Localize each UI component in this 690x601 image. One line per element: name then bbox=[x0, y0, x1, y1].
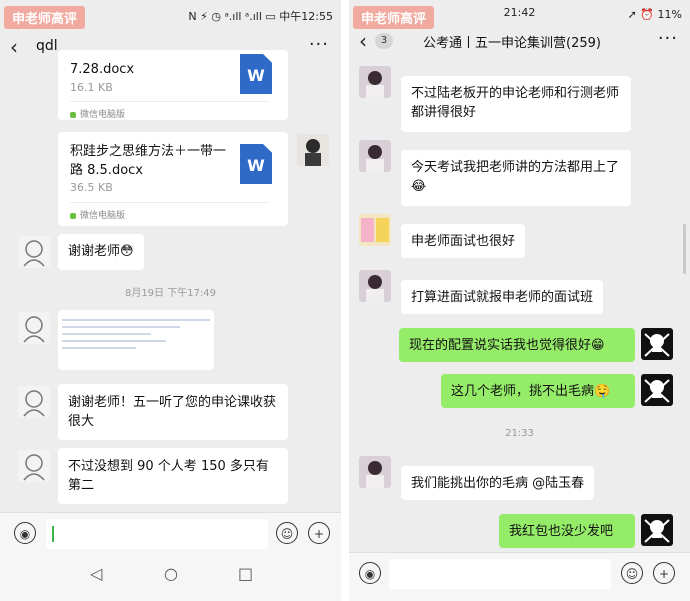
file-source: 微信电脑版 bbox=[70, 202, 270, 221]
avatar[interactable] bbox=[18, 450, 50, 482]
more-options-icon[interactable]: ··· bbox=[658, 28, 678, 49]
emoji-icon[interactable]: ☺ bbox=[621, 562, 643, 584]
message-bubble[interactable]: 打算进面试就报申老师的面试班 bbox=[401, 280, 604, 314]
avatar-self[interactable] bbox=[641, 514, 673, 546]
avatar[interactable] bbox=[359, 140, 391, 172]
avatar-self[interactable] bbox=[641, 374, 673, 406]
scrollbar[interactable] bbox=[683, 224, 686, 274]
file-message[interactable]: 7.28.docx 16.1 KB 微信电脑版 W bbox=[58, 50, 288, 120]
file-message[interactable]: 积跬步之思维方法＋一带一路 8.5.docx 36.5 KB 微信电脑版 W bbox=[58, 132, 288, 226]
timestamp: 8月19日 下午17:49 bbox=[124, 288, 217, 299]
nav-back-icon[interactable]: ◁ bbox=[90, 564, 102, 583]
status-indicators: ➚ ⏰ 11% bbox=[627, 8, 682, 21]
message-list[interactable]: 7.28.docx 16.1 KB 微信电脑版 W 积跬步之思维方法＋一带一路 … bbox=[0, 50, 341, 541]
avatar[interactable] bbox=[359, 214, 391, 246]
word-doc-icon: W bbox=[240, 54, 272, 94]
message-bubble[interactable]: 谢谢老师！五一听了您的申论课收获很大 bbox=[58, 384, 288, 440]
avatar[interactable] bbox=[359, 66, 391, 98]
avatar[interactable] bbox=[18, 386, 50, 418]
message-input[interactable] bbox=[389, 559, 611, 589]
avatar[interactable] bbox=[18, 236, 50, 268]
avatar[interactable] bbox=[18, 312, 50, 344]
avatar[interactable] bbox=[297, 134, 329, 166]
timestamp: 21:33 bbox=[505, 428, 534, 439]
more-options-icon[interactable]: ··· bbox=[309, 34, 329, 55]
nav-recent-icon[interactable]: □ bbox=[238, 564, 253, 583]
file-name: 7.28.docx bbox=[70, 62, 135, 77]
status-indicators: N ⚡ ◷ ᵃ.ıll ᵃ.ıll ▭ 中午12:55 bbox=[188, 10, 333, 23]
avatar[interactable] bbox=[359, 456, 391, 488]
left-chat-screen: N ⚡ ◷ ᵃ.ıll ᵃ.ıll ▭ 中午12:55 申老师高评 ‹ qdl … bbox=[0, 0, 341, 601]
back-arrow-icon[interactable]: ‹ bbox=[10, 35, 18, 59]
message-bubble[interactable]: 我们能挑出你的毛病 @陆玉春 bbox=[401, 466, 595, 500]
file-source: 微信电脑版 bbox=[70, 101, 270, 120]
message-list[interactable]: 不过陆老板开的申论老师和行测老师都讲得很好 今天考试我把老师讲的方法都用上了😂 … bbox=[349, 64, 690, 548]
message-bubble-self[interactable]: 现在的配置说实话我也觉得很好😁 bbox=[399, 328, 635, 362]
input-bar: ◉ ☺ + bbox=[0, 512, 341, 557]
message-bubble-self[interactable]: 我红包也没少发吧 bbox=[499, 514, 635, 548]
watermark-brand: 申老师高评 bbox=[4, 6, 86, 29]
message-bubble[interactable]: 今天考试我把老师讲的方法都用上了😂 bbox=[401, 150, 631, 206]
voice-icon[interactable]: ◉ bbox=[14, 522, 36, 544]
right-chat-screen: 21:42 ➚ ⏰ 11% 申老师高评 ‹ 3 公考通丨五一申论集训营(259)… bbox=[349, 0, 690, 601]
emoji-icon[interactable]: ☺ bbox=[276, 522, 298, 544]
android-nav-bar: ◁ ○ □ bbox=[0, 556, 341, 601]
file-size: 16.1 KB bbox=[70, 81, 113, 94]
avatar[interactable] bbox=[359, 270, 391, 302]
voice-icon[interactable]: ◉ bbox=[359, 562, 381, 584]
message-input[interactable] bbox=[46, 519, 268, 549]
file-name: 积跬步之思维方法＋一带一路 8.5.docx bbox=[70, 144, 227, 178]
message-bubble[interactable]: 申老师面试也很好 bbox=[401, 224, 526, 258]
word-doc-icon: W bbox=[240, 144, 272, 184]
image-message[interactable] bbox=[58, 310, 214, 370]
input-bar: ◉ ☺ + bbox=[349, 552, 690, 601]
nav-home-icon[interactable]: ○ bbox=[164, 564, 178, 583]
avatar-self[interactable] bbox=[641, 328, 673, 360]
unread-count-badge: 3 bbox=[375, 33, 393, 49]
group-title: 公考通丨五一申论集训营(259) bbox=[423, 36, 601, 51]
message-bubble-self[interactable]: 这几个老师，挑不出毛病🤤 bbox=[441, 374, 635, 408]
message-bubble[interactable]: 谢谢老师😳 bbox=[58, 234, 144, 270]
message-bubble[interactable]: 不过没想到 90 个人考 150 多只有第二 bbox=[58, 448, 288, 504]
message-bubble[interactable]: 不过陆老板开的申论老师和行测老师都讲得很好 bbox=[401, 76, 631, 132]
plus-icon[interactable]: + bbox=[308, 522, 330, 544]
plus-icon[interactable]: + bbox=[653, 562, 675, 584]
contact-name: qdl bbox=[36, 38, 58, 54]
chat-header: ‹ 3 公考通丨五一申论集训营(259) ··· bbox=[349, 24, 690, 58]
back-arrow-icon[interactable]: ‹ bbox=[359, 29, 367, 53]
file-size: 36.5 KB bbox=[70, 181, 113, 194]
